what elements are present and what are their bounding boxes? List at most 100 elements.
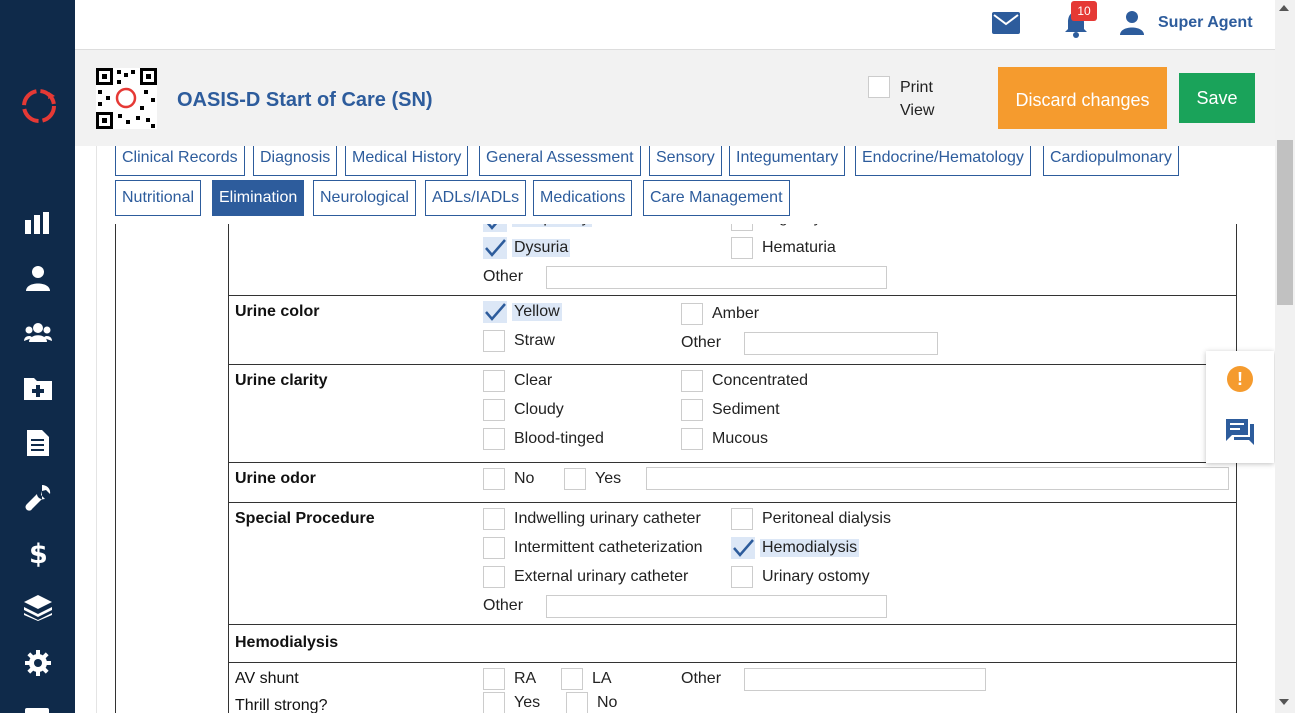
scroll-down-arrow-icon[interactable] xyxy=(1279,699,1289,705)
dashboard-chart-icon[interactable] xyxy=(23,208,53,238)
section-tabs: Clinical Records Diagnosis Medical Histo… xyxy=(97,146,1255,224)
straw-checkbox[interactable] xyxy=(483,330,505,352)
clear-checkbox[interactable] xyxy=(483,370,505,392)
dysuria-checkbox[interactable] xyxy=(483,237,507,259)
page-scrollbar[interactable] xyxy=(1275,0,1295,713)
thrill-no-label: No xyxy=(597,694,618,711)
symptoms-other-input[interactable] xyxy=(546,266,887,289)
print-view-label: Print View xyxy=(900,79,935,119)
concentrated-checkbox[interactable] xyxy=(681,370,703,392)
mucous-label: Mucous xyxy=(712,430,769,447)
urine-odor-input[interactable] xyxy=(646,467,1229,490)
tab-medications[interactable]: Medications xyxy=(533,180,633,216)
thrill-no-checkbox[interactable] xyxy=(566,692,588,713)
table-border-right xyxy=(1236,224,1237,713)
settings-gear-icon[interactable] xyxy=(23,648,53,678)
odor-no-label: No xyxy=(514,470,535,487)
medical-folder-icon[interactable] xyxy=(23,373,53,403)
urine-clarity-label: Urine clarity xyxy=(235,372,328,389)
tab-integumentary[interactable]: Integumentary xyxy=(729,146,846,176)
external-catheter-checkbox[interactable] xyxy=(483,566,505,588)
billing-dollar-icon[interactable]: $ xyxy=(23,538,53,568)
row-divider xyxy=(228,502,1237,503)
tab-clinical-records[interactable]: Clinical Records xyxy=(115,146,245,176)
odor-no-checkbox[interactable] xyxy=(483,468,505,490)
intermittent-catheterization-checkbox[interactable] xyxy=(483,537,505,559)
form-panel: Clinical Records Diagnosis Medical Histo… xyxy=(96,146,1255,713)
row-divider xyxy=(228,295,1237,296)
alert-icon[interactable]: ! xyxy=(1227,366,1253,392)
thrill-yes-checkbox[interactable] xyxy=(483,692,505,713)
av-shunt-la-checkbox[interactable] xyxy=(561,668,583,690)
document-icon[interactable] xyxy=(23,428,53,458)
hemodialysis-option-label: Hemodialysis xyxy=(760,539,860,557)
table-border-inner xyxy=(228,224,229,713)
app-logo-icon[interactable] xyxy=(19,86,59,126)
external-catheter-label: External urinary catheter xyxy=(514,568,689,585)
blood-tinged-checkbox[interactable] xyxy=(483,428,505,450)
user-name-link[interactable]: Super Agent xyxy=(1158,14,1253,32)
hemodialysis-checkbox[interactable] xyxy=(731,537,755,559)
users-group-icon[interactable] xyxy=(23,318,53,348)
patient-user-icon[interactable] xyxy=(23,263,53,293)
special-procedure-label: Special Procedure xyxy=(235,510,375,527)
user-avatar-icon[interactable] xyxy=(1120,11,1144,35)
sidebar-more-icon[interactable] xyxy=(25,708,49,713)
sediment-label: Sediment xyxy=(712,401,780,418)
odor-yes-checkbox[interactable] xyxy=(564,468,586,490)
symptoms-other-label: Other xyxy=(483,268,524,285)
row-divider xyxy=(228,364,1237,365)
thrill-yes-label: Yes xyxy=(514,694,541,711)
sediment-checkbox[interactable] xyxy=(681,399,703,421)
av-shunt-ra-checkbox[interactable] xyxy=(483,668,505,690)
special-procedure-other-input[interactable] xyxy=(546,595,887,618)
peritoneal-dialysis-checkbox[interactable] xyxy=(731,508,753,530)
tab-general-assessment[interactable]: General Assessment xyxy=(479,146,641,176)
row-divider xyxy=(228,624,1237,625)
tab-sensory[interactable]: Sensory xyxy=(649,146,722,176)
amber-checkbox[interactable] xyxy=(681,303,703,325)
urine-color-other-label: Other xyxy=(681,334,722,351)
urine-color-other-input[interactable] xyxy=(744,332,938,355)
tab-nutritional[interactable]: Nutritional xyxy=(115,180,202,216)
hematuria-label: Hematuria xyxy=(762,239,836,256)
save-button[interactable]: Save xyxy=(1179,73,1255,123)
wrench-icon[interactable] xyxy=(23,483,53,513)
urinary-ostomy-checkbox[interactable] xyxy=(731,566,753,588)
row-divider xyxy=(228,462,1237,463)
chat-icon[interactable] xyxy=(1226,417,1254,445)
print-view-checkbox[interactable] xyxy=(868,76,890,98)
av-shunt-label: AV shunt xyxy=(235,670,299,687)
layers-icon[interactable] xyxy=(23,593,53,623)
scroll-up-arrow-icon[interactable] xyxy=(1279,5,1289,11)
tab-neurological[interactable]: Neurological xyxy=(313,180,416,216)
straw-label: Straw xyxy=(514,332,555,349)
av-shunt-la-label: LA xyxy=(592,670,612,687)
intermittent-catheterization-label: Intermittent catheterization xyxy=(514,539,703,556)
yellow-checkbox[interactable] xyxy=(483,301,507,323)
floating-action-panel: ! xyxy=(1206,351,1274,463)
tab-adls-iadls[interactable]: ADLs/IADLs xyxy=(425,180,527,216)
cloudy-checkbox[interactable] xyxy=(483,399,505,421)
table-border-left xyxy=(115,224,116,713)
av-shunt-other-label: Other xyxy=(681,670,722,687)
discard-changes-button[interactable]: Discard changes xyxy=(998,67,1167,129)
mucous-checkbox[interactable] xyxy=(681,428,703,450)
tab-diagnosis[interactable]: Diagnosis xyxy=(253,146,338,176)
tab-endocrine-hematology[interactable]: Endocrine/Hematology xyxy=(855,146,1031,176)
hematuria-checkbox[interactable] xyxy=(731,237,753,259)
indwelling-catheter-checkbox[interactable] xyxy=(483,508,505,530)
odor-yes-label: Yes xyxy=(595,470,622,487)
av-shunt-other-input[interactable] xyxy=(744,668,986,691)
tab-care-management[interactable]: Care Management xyxy=(643,180,790,216)
scrollbar-thumb[interactable] xyxy=(1277,140,1293,305)
tab-medical-history[interactable]: Medical History xyxy=(345,146,469,176)
row-divider xyxy=(228,662,1237,663)
cloudy-label: Cloudy xyxy=(514,401,564,418)
tab-cardiopulmonary[interactable]: Cardiopulmonary xyxy=(1043,146,1179,176)
peritoneal-dialysis-label: Peritoneal dialysis xyxy=(762,510,891,527)
tab-elimination[interactable]: Elimination xyxy=(212,180,305,216)
amber-label: Amber xyxy=(712,305,760,322)
thrill-strong-label: Thrill strong? xyxy=(235,697,328,713)
mail-icon[interactable] xyxy=(992,12,1020,34)
